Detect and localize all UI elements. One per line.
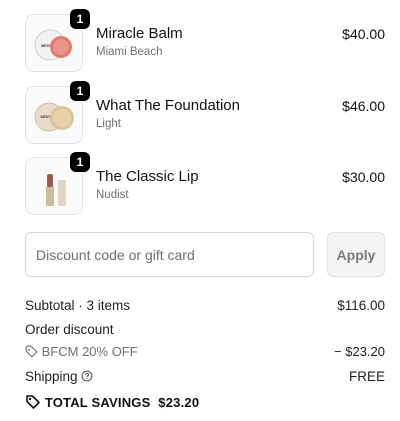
product-thumbnail: WESTMAN 1: [25, 81, 90, 144]
discount-code-input[interactable]: [25, 232, 314, 277]
product-thumbnail: 1: [25, 152, 90, 215]
order-discount-label: Order discount: [25, 322, 114, 337]
product-name: What The Foundation: [96, 97, 240, 114]
help-circle-icon[interactable]: [81, 370, 93, 385]
total-savings: TOTAL SAVINGS $23.20: [25, 394, 199, 413]
order-discount-row: Order discount: [25, 322, 385, 337]
subtotal-value: $116.00: [337, 298, 385, 313]
cart-item: 1 The Classic Lip Nudist $30.00: [25, 152, 385, 215]
product-price: $40.00: [342, 26, 385, 42]
quantity-badge: 1: [70, 9, 90, 29]
discount-value: − $23.20: [334, 344, 385, 359]
tag-icon: [25, 345, 38, 361]
product-price: $46.00: [342, 98, 385, 114]
product-name: The Classic Lip: [96, 168, 199, 185]
cart-item: WESTMAN 1 Miracle Balm Miami Beach $40.0…: [25, 9, 385, 72]
shipping-row: Shipping FREE: [25, 369, 385, 385]
product-variant: Light: [96, 118, 121, 130]
discount-code-label: BFCM 20% OFF: [41, 344, 138, 359]
discount-code-row: BFCM 20% OFF − $23.20: [25, 344, 385, 361]
product-name: Miracle Balm: [96, 25, 183, 42]
subtotal-row: Subtotal · 3 items $116.00: [25, 298, 385, 313]
price-tag-icon: [25, 394, 41, 413]
product-thumbnail: WESTMAN 1: [25, 9, 90, 72]
product-variant: Miami Beach: [96, 46, 163, 58]
apply-discount-button[interactable]: Apply: [327, 232, 385, 277]
product-variant: Nudist: [96, 189, 129, 201]
quantity-badge: 1: [70, 81, 90, 101]
shipping-label: Shipping: [25, 369, 78, 384]
subtotal-label: Subtotal · 3 items: [25, 298, 131, 313]
product-price: $30.00: [342, 169, 385, 185]
shipping-value: FREE: [348, 369, 385, 384]
cart-item: WESTMAN 1 What The Foundation Light $46.…: [25, 81, 385, 144]
total-savings-label: TOTAL SAVINGS: [44, 394, 151, 410]
total-savings-value: $23.20: [158, 394, 200, 410]
quantity-badge: 1: [70, 152, 90, 172]
